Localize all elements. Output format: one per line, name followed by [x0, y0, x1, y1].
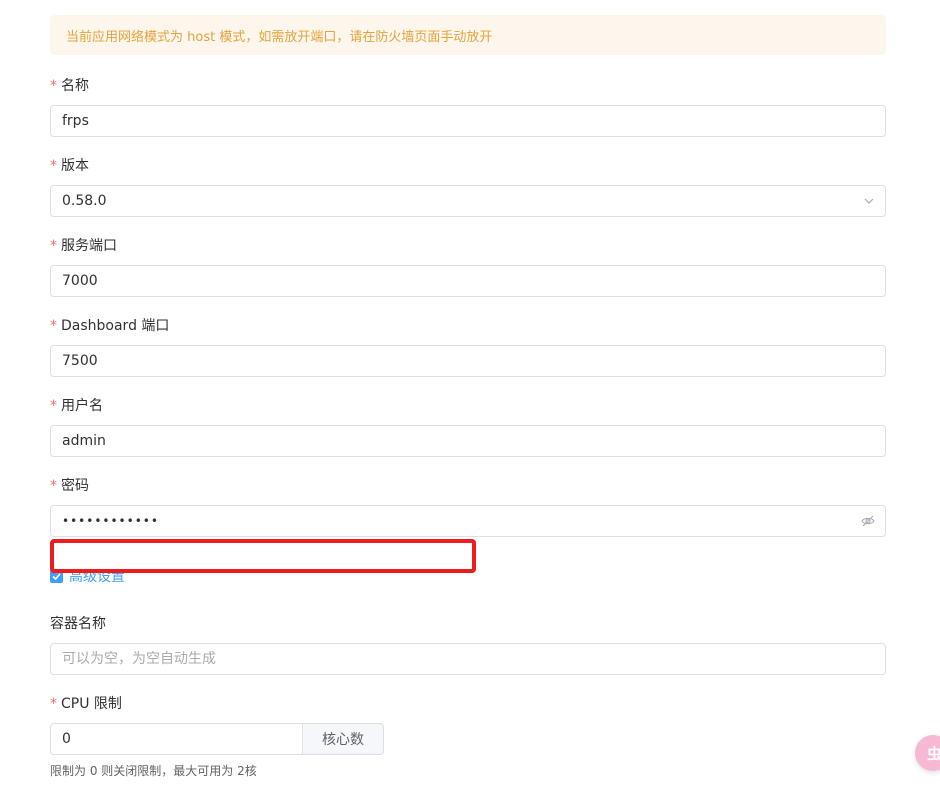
service-port-field[interactable] — [62, 273, 874, 289]
cpu-limit-field[interactable] — [62, 731, 291, 747]
cpu-limit-label: * CPU 限制 — [50, 696, 122, 712]
name-label: * 名称 — [50, 78, 89, 94]
password-input[interactable]: •••••••••••• — [50, 505, 886, 537]
annotation-highlight-box — [50, 539, 476, 573]
container-name-field[interactable] — [62, 651, 874, 667]
cpu-limit-input[interactable] — [50, 723, 302, 755]
alert-text: 当前应用网络模式为 host 模式，如需放开端口，请在防火墙页面手动放开 — [66, 29, 493, 45]
version-label: * 版本 — [50, 158, 89, 174]
container-name-input[interactable] — [50, 643, 886, 675]
password-value[interactable]: •••••••••••• — [62, 514, 159, 528]
host-mode-alert: 当前应用网络模式为 host 模式，如需放开端口，请在防火墙页面手动放开 — [50, 15, 886, 55]
cpu-limit-input-group: 核心数 — [50, 723, 384, 755]
dashboard-port-field[interactable] — [62, 353, 874, 369]
username-label: * 用户名 — [50, 398, 103, 414]
username-input[interactable] — [50, 425, 886, 457]
username-field[interactable] — [62, 433, 874, 449]
name-input[interactable] — [50, 105, 886, 137]
floating-button-text[interactable]: 虫 — [927, 743, 940, 764]
dashboard-port-input[interactable] — [50, 345, 886, 377]
container-name-label: 容器名称 — [50, 616, 106, 632]
cpu-limit-help: 限制为 0 则关闭限制，最大可用为 2核 — [50, 764, 257, 778]
service-port-label: * 服务端口 — [50, 238, 117, 254]
cpu-unit-append: 核心数 — [302, 723, 384, 755]
chevron-down-icon — [863, 195, 875, 207]
dashboard-port-label: * Dashboard 端口 — [50, 318, 170, 334]
eye-off-icon[interactable] — [861, 514, 875, 528]
version-select[interactable]: 0.58.0 — [50, 185, 886, 217]
name-field[interactable] — [62, 113, 874, 129]
floating-assistant-button[interactable]: 虫 — [915, 735, 940, 771]
service-port-input[interactable] — [50, 265, 886, 297]
password-label: * 密码 — [50, 478, 89, 494]
version-value: 0.58.0 — [62, 193, 107, 209]
